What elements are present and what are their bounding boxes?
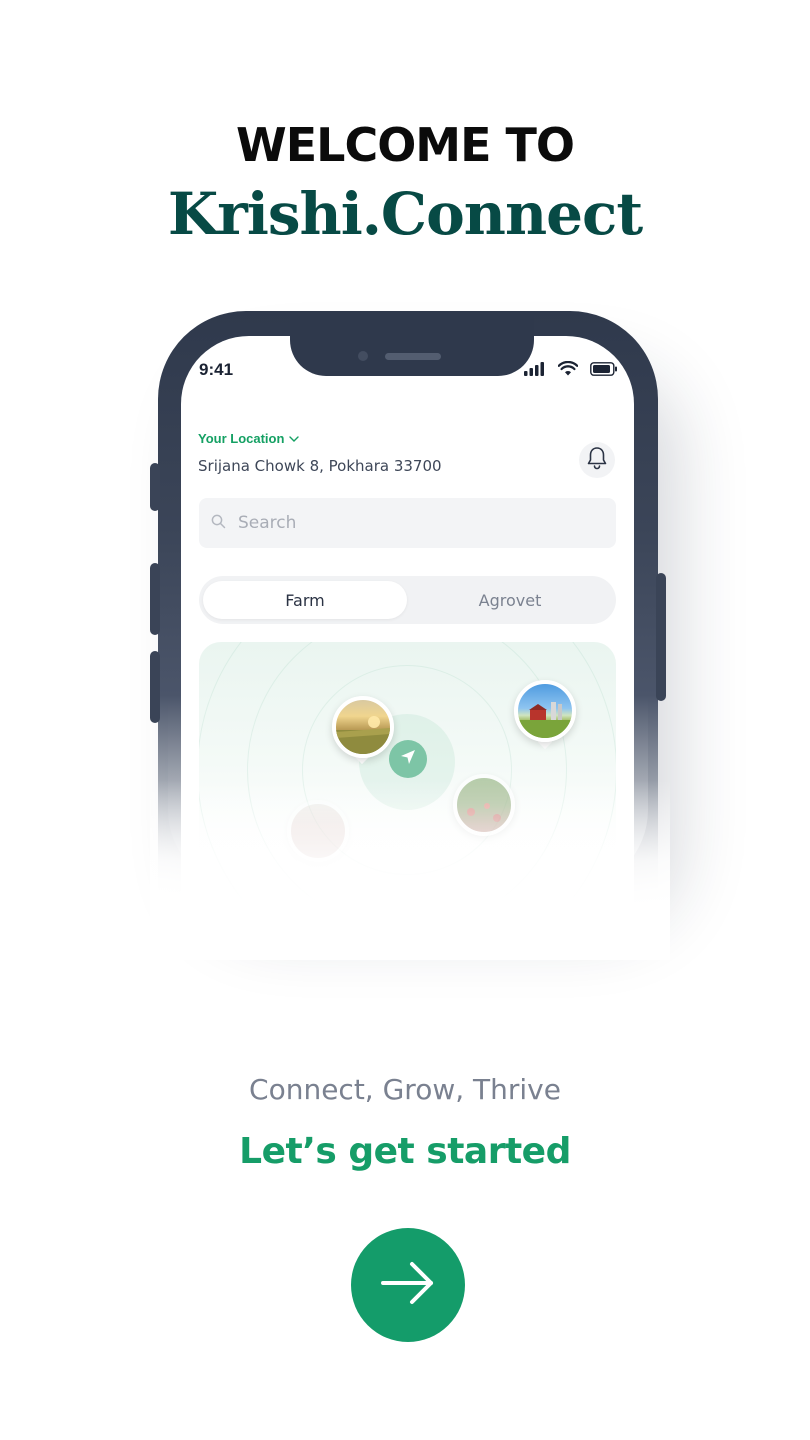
tab-farm[interactable]: Farm [203,581,407,619]
segment-control: Farm Agrovet [199,576,616,624]
location-label: Your Location [198,431,285,446]
front-camera [358,351,368,361]
location-address: Srijana Chowk 8, Pokhara 33700 [198,457,442,475]
battery-icon [590,361,618,380]
current-location-marker [389,740,427,778]
search-bar[interactable] [199,498,616,548]
brand-title: Krishi.Connect [167,180,643,248]
welcome-heading: WELCOME TO [235,118,575,172]
wifi-icon [557,360,579,380]
tab-agrovet[interactable]: Agrovet [408,581,612,619]
status-icons [524,360,618,380]
tagline: Connect, Grow, Thrive [249,1073,561,1106]
phone-side-button-mute [150,463,160,511]
phone-side-button-power [656,573,666,701]
location-selector[interactable]: Your Location [198,431,300,446]
get-started-heading: Let’s get started [239,1131,571,1172]
farm-pin-red-barn[interactable] [514,680,576,742]
chevron-down-icon [289,431,300,446]
cellular-signal-icon [524,361,546,380]
search-input[interactable] [238,513,578,533]
status-time: 9:41 [199,360,234,379]
bell-icon [586,446,608,474]
phone-side-button-volume-up [150,563,160,635]
farm-pin-sunset-field[interactable] [332,696,394,758]
phone-notch [290,311,534,376]
get-started-button[interactable] [351,1228,465,1342]
phone-side-button-volume-down [150,651,160,723]
arrow-right-icon [379,1260,437,1310]
navigation-arrow-icon [399,748,417,770]
notification-button[interactable] [579,442,615,478]
search-icon [211,514,226,533]
phone-fade-overlay [150,780,670,960]
earpiece-speaker [385,353,441,360]
